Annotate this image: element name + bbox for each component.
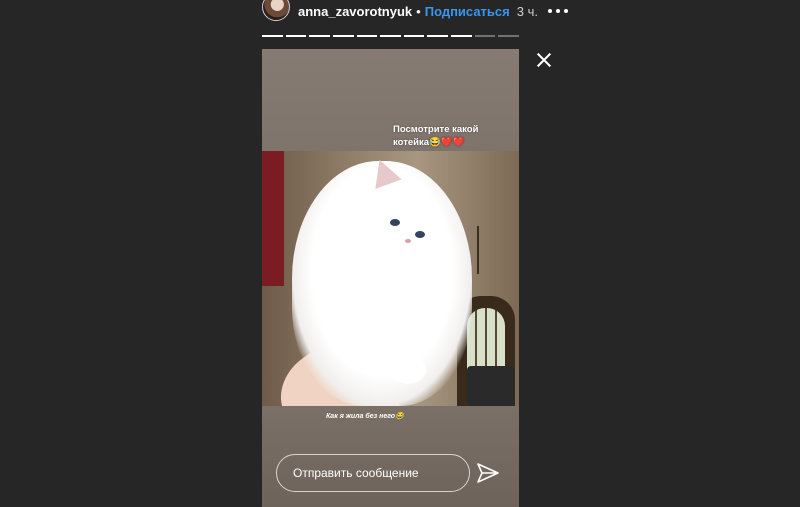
reply-message-input[interactable]: Отправить сообщение — [276, 454, 470, 492]
cat-eye-right — [415, 231, 425, 238]
story-frame[interactable]: Посмотрите какой котейка😂❤️❤️ Как я жила… — [262, 49, 519, 507]
progress-segment — [403, 35, 425, 37]
progress-segment — [380, 35, 401, 37]
progress-segment — [262, 35, 283, 37]
progress-segment — [427, 35, 449, 37]
cat-paw-left — [344, 343, 380, 371]
progress-segment — [498, 35, 520, 37]
story-header: anna_zavorotnyuk • Подписаться 3 ч. — [262, 0, 568, 22]
red-curtain — [262, 151, 284, 286]
username-link[interactable]: anna_zavorotnyuk — [298, 4, 412, 19]
close-icon[interactable] — [534, 50, 554, 70]
cat-paw-right — [390, 356, 426, 384]
separator-dot: • — [416, 3, 421, 19]
cat — [292, 161, 472, 406]
chair — [467, 366, 515, 406]
progress-segment — [285, 35, 307, 37]
avatar[interactable] — [262, 0, 290, 21]
story-progress-bar — [262, 35, 520, 37]
progress-segment — [451, 35, 472, 37]
cat-eye-left — [390, 219, 400, 226]
lamp — [477, 226, 499, 274]
story-photo — [262, 151, 519, 406]
progress-segment — [332, 35, 354, 37]
post-time: 3 ч. — [516, 3, 538, 19]
story-caption-bottom: Как я жила без него😂 — [326, 413, 404, 420]
follow-button[interactable]: Подписаться — [425, 4, 510, 19]
progress-segment — [309, 35, 330, 37]
progress-segment — [356, 35, 378, 37]
progress-segment — [474, 35, 496, 37]
cat-nose — [405, 239, 411, 243]
send-icon[interactable] — [476, 461, 500, 485]
story-caption-top: Посмотрите какой котейка😂❤️❤️ — [393, 124, 479, 148]
more-dots-icon[interactable] — [547, 9, 568, 13]
